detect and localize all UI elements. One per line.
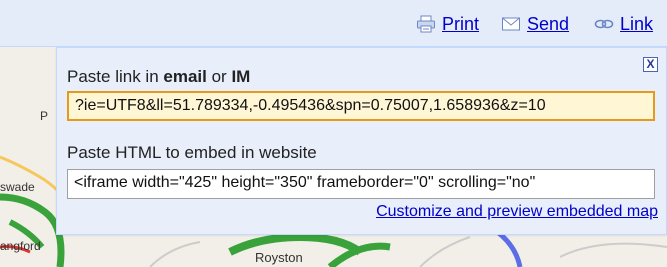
send-link[interactable]: Send [527,14,569,35]
map-place-label: P [40,109,49,123]
print-link[interactable]: Print [442,14,479,35]
email-label-im: IM [231,67,251,86]
link-url-field[interactable]: ?ie=UTF8&ll=51.789334,-0.495436&spn=0.75… [67,91,655,121]
email-label-email: email [163,67,207,86]
embed-html-value[interactable]: <iframe width="425" height="350" framebo… [74,170,648,196]
link-url-value[interactable]: ?ie=UTF8&ll=51.789334,-0.495436&spn=0.75… [75,93,647,119]
link-link[interactable]: Link [620,14,653,35]
map-place-label: Royston [255,250,303,265]
embed-html-label: Paste HTML to embed in website [67,143,317,162]
email-link-label: Paste link in email or IM [67,67,250,87]
close-icon[interactable]: X [643,57,658,72]
email-label-or: or [206,67,232,86]
printer-icon [417,15,435,33]
email-label-prefix: Paste link in [67,67,164,86]
map-toolbar: Print Send Link [0,0,667,47]
link-tool[interactable]: Link [594,12,653,36]
map-place-label: swade [0,180,35,194]
link-popup: X Paste link in email or IM ?ie=UTF8&ll=… [56,47,667,235]
customize-embedded-map-link[interactable]: Customize and preview embedded map [376,203,658,221]
send-tool[interactable]: Send [501,12,569,36]
map-place-label: angford [0,239,41,253]
embed-html-field[interactable]: <iframe width="425" height="350" framebo… [67,169,655,199]
envelope-icon [502,17,520,31]
print-tool[interactable]: Print [416,12,479,36]
link-chain-icon [594,19,614,29]
